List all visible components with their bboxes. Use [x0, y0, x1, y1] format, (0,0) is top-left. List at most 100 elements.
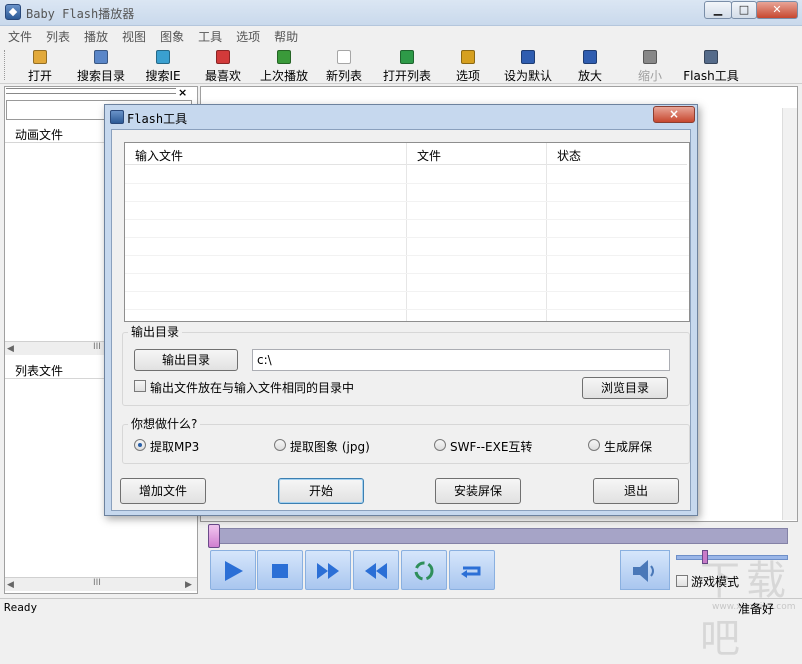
stop-button[interactable] [257, 550, 303, 590]
column-input-file[interactable]: 输入文件 [125, 143, 407, 321]
toolbar-label: Flash工具 [683, 69, 739, 83]
menu-options[interactable]: 选项 [228, 26, 266, 45]
radio-screensaver[interactable] [588, 439, 600, 451]
radio-extract-jpg[interactable] [274, 439, 286, 451]
same-dir-label: 输出文件放在与输入文件相同的目录中 [150, 381, 355, 395]
column-header-file[interactable]: 文件 [407, 143, 546, 165]
table-row-line [125, 273, 689, 274]
add-file-button[interactable]: 增加文件 [120, 478, 206, 504]
toolbar-label: 搜索IE [145, 69, 181, 83]
toolbar-label: 搜索目录 [76, 69, 125, 83]
repeat-button[interactable] [449, 550, 495, 590]
exit-button[interactable]: 退出 [593, 478, 679, 504]
toolbar-label: 上次播放 [259, 69, 308, 83]
toolbar-label: 放大 [577, 69, 602, 83]
toolbar-button-6[interactable]: 新列表 [322, 48, 366, 83]
toolbar-button-1[interactable]: 打开 [18, 48, 62, 83]
toolbar-button-12[interactable]: Flash工具 [680, 48, 742, 83]
maximize-icon: □ [738, 3, 750, 16]
close-icon: ✕ [772, 3, 782, 16]
open-folder-icon [33, 50, 47, 64]
toolbar-button-2[interactable]: 搜索目录 [72, 48, 130, 83]
column-header-input[interactable]: 输入文件 [125, 143, 406, 165]
column-status[interactable]: 状态 [547, 143, 687, 321]
toolbar-label: 最喜欢 [204, 69, 241, 83]
volume-button[interactable] [620, 550, 670, 590]
menu-play[interactable]: 播放 [76, 26, 114, 45]
dialog-close-button[interactable]: × [653, 106, 695, 123]
output-path-input[interactable]: c:\ [252, 349, 670, 371]
dialog-title-bar [105, 105, 697, 129]
toolbar-button-7[interactable]: 打开列表 [378, 48, 436, 83]
toolbar-button-9[interactable]: 设为默认 [500, 48, 556, 83]
toolbar-button-3[interactable]: 搜索IE [140, 48, 186, 83]
toolbar-button-4[interactable]: 最喜欢 [200, 48, 246, 83]
dialog-title: Flash工具 [127, 112, 188, 126]
scroll-thumb-grip[interactable]: III [93, 578, 101, 588]
task-group-label: 你想做什么? [128, 415, 201, 432]
column-header-status[interactable]: 状态 [547, 143, 687, 165]
scroll-left-icon[interactable]: ◀ [7, 344, 17, 354]
seek-bar[interactable] [210, 528, 788, 544]
output-dir-button[interactable]: 输出目录 [134, 349, 238, 371]
maximize-button[interactable]: □ [731, 1, 757, 19]
list-hscrollbar[interactable]: ◀ III ▶ [5, 577, 197, 591]
panel-close-icon[interactable]: × [178, 86, 187, 99]
start-button[interactable]: 开始 [278, 478, 364, 504]
toolbar-label: 打开 [27, 69, 52, 83]
tools-icon [704, 50, 718, 64]
menu-bar: 文件 列表 播放 视图 图象 工具 选项 帮助 [0, 26, 802, 46]
minimize-button[interactable]: ▁ [704, 1, 732, 19]
toolbar-button-11[interactable]: 缩小 [632, 48, 668, 83]
fast-forward-icon [317, 563, 339, 579]
heart-icon [216, 50, 230, 64]
replay-icon [277, 50, 291, 64]
minimize-icon: ▁ [713, 3, 723, 16]
column-file[interactable]: 文件 [407, 143, 547, 321]
menu-image[interactable]: 图象 [152, 26, 190, 45]
rewind-button[interactable] [353, 550, 399, 590]
watermark-url: www.xiazaiba.com [712, 602, 796, 612]
install-screensaver-button[interactable]: 安装屏保 [435, 478, 521, 504]
speaker-icon [633, 560, 654, 582]
view-vscrollbar[interactable] [782, 108, 797, 520]
menu-help[interactable]: 帮助 [266, 26, 304, 45]
app-icon [5, 4, 21, 20]
menu-view[interactable]: 视图 [114, 26, 152, 45]
toolbar-button-5[interactable]: 上次播放 [256, 48, 312, 83]
toolbar-label: 新列表 [325, 69, 362, 83]
menu-list[interactable]: 列表 [38, 26, 76, 45]
zoom-out-icon [643, 50, 657, 64]
menu-file[interactable]: 文件 [0, 26, 38, 45]
radio-extract-mp3[interactable] [134, 439, 146, 451]
play-icon [225, 561, 243, 581]
game-mode-checkbox[interactable] [676, 575, 688, 587]
dialog-body: 输入文件 文件 状态 输出目录 输出目录 c:\ 输出文件放在与输入文件相同的目… [111, 129, 691, 511]
browse-dir-button[interactable]: 浏览目录 [582, 377, 668, 399]
scroll-right-icon[interactable]: ▶ [185, 580, 195, 590]
close-button[interactable]: ✕ [756, 1, 798, 19]
toolbar-label: 设为默认 [503, 69, 552, 83]
toolbar-button-10[interactable]: 放大 [570, 48, 610, 83]
stop-icon [272, 564, 288, 578]
globe-icon [156, 50, 170, 64]
seek-handle[interactable] [208, 524, 220, 548]
menu-tools[interactable]: 工具 [190, 26, 228, 45]
radio-swf-exe[interactable] [434, 439, 446, 451]
panel-grip [6, 88, 176, 94]
loop-button[interactable] [401, 550, 447, 590]
toolbar-label: 缩小 [637, 69, 662, 83]
scroll-left-icon[interactable]: ◀ [7, 580, 17, 590]
option-swf-exe: SWF--EXE互转 [450, 440, 533, 454]
table-row-line [125, 309, 689, 310]
table-row-line [125, 237, 689, 238]
play-button[interactable] [210, 550, 256, 590]
open-list-icon [400, 50, 414, 64]
scroll-thumb-grip[interactable]: III [93, 342, 101, 352]
same-dir-checkbox[interactable] [134, 380, 146, 392]
toolbar-button-8[interactable]: 选项 [448, 48, 488, 83]
rewind-icon [365, 563, 387, 579]
option-screensaver: 生成屏保 [604, 440, 653, 454]
file-table[interactable]: 输入文件 文件 状态 [124, 142, 690, 322]
fast-forward-button[interactable] [305, 550, 351, 590]
